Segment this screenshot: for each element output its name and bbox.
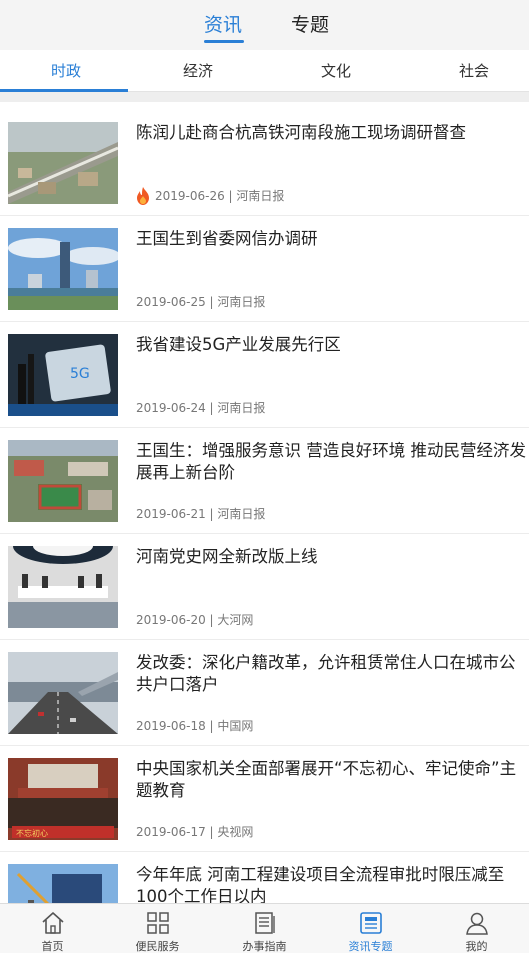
tab-politics[interactable]: 时政	[0, 50, 132, 92]
document-icon	[255, 912, 275, 934]
svg-text:不忘初心: 不忘初心	[16, 828, 48, 838]
news-title: 王国生：增强服务意识 营造良好环境 推动民营经济发展再上新台阶	[136, 441, 526, 482]
tab-economy[interactable]: 经济	[132, 50, 264, 92]
tab-topics[interactable]: 专题	[291, 12, 329, 38]
news-thumbnail	[8, 546, 118, 628]
nav-profile[interactable]: 我的	[424, 904, 529, 953]
nav-guide[interactable]: 办事指南	[212, 904, 317, 953]
news-item[interactable]: 王国生到省委网信办调研 2019-06-25 | 河南日报	[0, 216, 529, 322]
home-icon	[42, 912, 64, 934]
nav-home[interactable]: 首页	[0, 904, 105, 953]
nav-news[interactable]: 资讯专题	[318, 904, 423, 953]
category-tab-bar: 时政 经济 文化 社会	[0, 50, 529, 92]
news-item[interactable]: 5G 我省建设5G产业发展先行区 2019-06-24 | 河南日报	[0, 322, 529, 428]
top-tab-bar: 资讯 专题	[0, 0, 529, 50]
news-meta: 2019-06-24 | 河南日报	[136, 401, 266, 415]
top-tab-indicator	[204, 40, 244, 43]
news-meta: 2019-06-26 | 河南日报	[155, 189, 285, 203]
nav-services[interactable]: 便民服务	[105, 904, 210, 953]
news-title: 陈润儿赴商合杭高铁河南段施工现场调研督查	[136, 123, 466, 142]
news-title: 发改委：深化户籍改革，允许租赁常住人口在城市公共户口落户	[136, 653, 516, 694]
nav-label: 资讯专题	[348, 940, 393, 953]
user-icon	[466, 912, 488, 935]
news-item[interactable]: 不忘初心 中央国家机关全面部署展开“不忘初心、牢记使命”主题教育 2019-06…	[0, 746, 529, 852]
news-thumbnail: 不忘初心	[8, 758, 118, 840]
news-meta: 2019-06-18 | 中国网	[136, 719, 254, 733]
news-thumbnail	[8, 122, 118, 204]
news-title: 今年年底 河南工程建设项目全流程审批时限压减至100个工作日以内	[136, 865, 505, 906]
news-item[interactable]: 河南党史网全新改版上线 2019-06-20 | 大河网	[0, 534, 529, 640]
divider	[0, 92, 529, 102]
nav-label: 首页	[41, 940, 64, 953]
nav-label: 办事指南	[242, 940, 287, 953]
nav-label: 我的	[465, 940, 488, 953]
news-thumbnail	[8, 652, 118, 734]
news-thumbnail	[8, 228, 118, 310]
news-title: 我省建设5G产业发展先行区	[136, 335, 341, 354]
news-meta: 2019-06-20 | 大河网	[136, 613, 254, 627]
tab-culture[interactable]: 文化	[270, 50, 402, 92]
news-title: 王国生到省委网信办调研	[136, 229, 318, 248]
news-item[interactable]: 王国生：增强服务意识 营造良好环境 推动民营经济发展再上新台阶 2019-06-…	[0, 428, 529, 534]
news-item[interactable]: 发改委：深化户籍改革，允许租赁常住人口在城市公共户口落户 2019-06-18 …	[0, 640, 529, 746]
bottom-nav: 首页 便民服务 办事指南 资讯专题 我的	[0, 903, 529, 953]
news-meta: 2019-06-17 | 央视网	[136, 825, 254, 839]
tab-society[interactable]: 社会	[408, 50, 529, 92]
news-title: 河南党史网全新改版上线	[136, 547, 318, 566]
news-icon	[360, 912, 382, 934]
grid-icon	[147, 912, 169, 934]
tab-news[interactable]: 资讯	[204, 12, 242, 38]
news-meta: 2019-06-21 | 河南日报	[136, 507, 266, 521]
news-title: 中央国家机关全面部署展开“不忘初心、牢记使命”主题教育	[136, 759, 517, 800]
hot-icon	[137, 187, 149, 205]
news-thumbnail	[8, 440, 118, 522]
nav-label: 便民服务	[135, 940, 180, 953]
svg-text:5G: 5G	[70, 366, 90, 382]
news-item[interactable]: 陈润儿赴商合杭高铁河南段施工现场调研督查 2019-06-26 | 河南日报	[0, 110, 529, 216]
news-meta: 2019-06-25 | 河南日报	[136, 295, 266, 309]
news-thumbnail: 5G	[8, 334, 118, 416]
